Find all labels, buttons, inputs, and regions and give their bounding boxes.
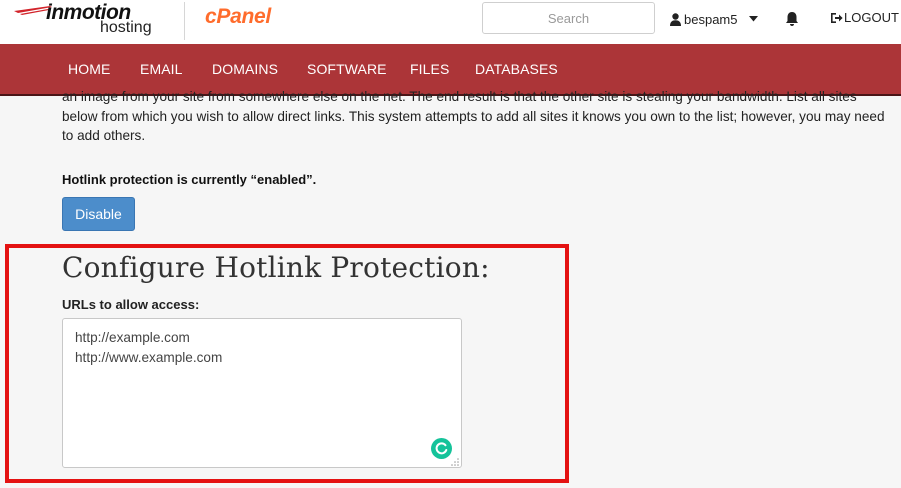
intro-paragraph: an image from your site from somewhere e… — [62, 89, 885, 143]
intro-container: an image from your site from somewhere e… — [62, 80, 892, 144]
user-menu[interactable]: bespam5 — [670, 10, 759, 28]
disable-button[interactable]: Disable — [62, 197, 135, 231]
grammarly-icon[interactable] — [431, 438, 452, 459]
brand-subtitle: hosting — [100, 19, 152, 36]
configure-heading: Configure Hotlink Protection: — [62, 251, 490, 284]
nav-item-files[interactable]: FILES — [410, 61, 449, 77]
nav-item-home[interactable]: HOME — [68, 61, 110, 77]
urls-textarea[interactable] — [62, 318, 462, 468]
logout-label: LOGOUT — [844, 10, 899, 25]
hotlink-status-text: Hotlink protection is currently “enabled… — [62, 172, 317, 187]
urls-label: URLs to allow access: — [62, 297, 200, 312]
top-header: inmotion hosting cPanel bespam5 LOGOUT — [0, 0, 901, 44]
nav-item-domains[interactable]: DOMAINS — [212, 61, 278, 77]
logout-icon — [831, 12, 843, 23]
cpanel-logo[interactable]: cPanel — [205, 5, 271, 29]
grammarly-ring-icon — [435, 442, 448, 455]
logout-link[interactable]: LOGOUT — [830, 10, 899, 25]
user-icon — [670, 12, 681, 26]
logo-divider — [184, 2, 185, 40]
search-input[interactable] — [482, 2, 655, 34]
username: bespam5 — [684, 11, 738, 27]
resize-grip-icon[interactable] — [451, 458, 459, 466]
inmotion-hosting-logo[interactable]: inmotion hosting — [14, 1, 174, 40]
caret-down-icon — [749, 16, 759, 22]
bell-icon[interactable] — [784, 11, 800, 27]
nav-item-software[interactable]: SOFTWARE — [307, 61, 387, 77]
nav-item-email[interactable]: EMAIL — [140, 61, 183, 77]
nav-item-databases[interactable]: DATABASES — [475, 61, 558, 77]
